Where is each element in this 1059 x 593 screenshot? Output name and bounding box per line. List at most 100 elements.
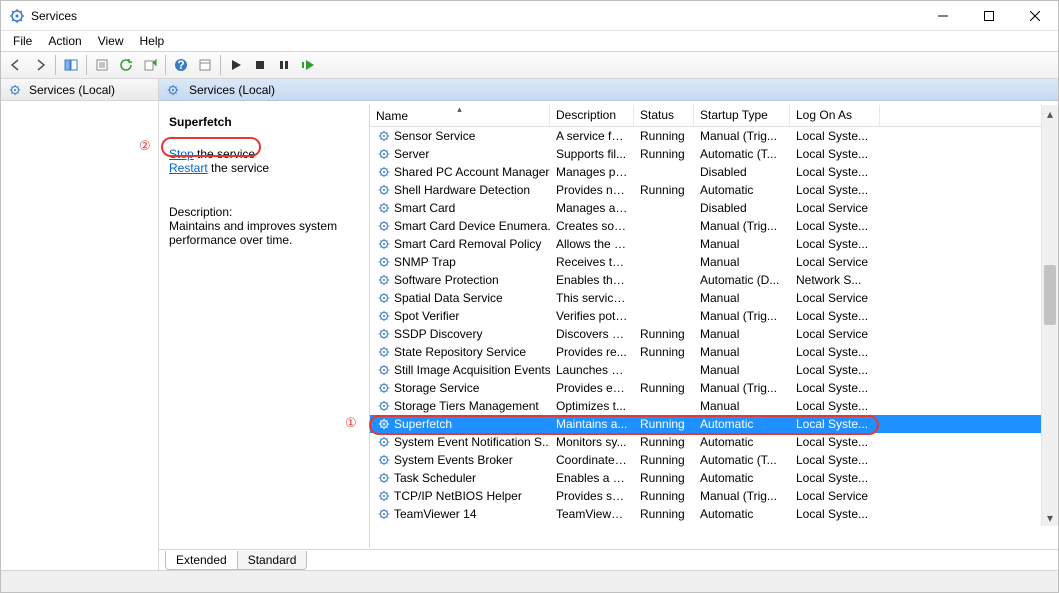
restart-service-link[interactable]: Restart bbox=[169, 161, 208, 175]
service-row[interactable]: Still Image Acquisition EventsLaunches a… bbox=[370, 361, 1058, 379]
stop-service-link[interactable]: Stop bbox=[169, 147, 194, 161]
service-row[interactable]: Task SchedulerEnables a us...RunningAuto… bbox=[370, 469, 1058, 487]
service-startup-type: Manual bbox=[694, 237, 790, 251]
gear-icon bbox=[376, 470, 392, 486]
restart-service-line: Restart the service bbox=[169, 161, 363, 175]
service-name: SNMP Trap bbox=[394, 255, 456, 269]
service-name: Server bbox=[394, 147, 429, 161]
service-row[interactable]: Storage Tiers ManagementOptimizes t...Ma… bbox=[370, 397, 1058, 415]
scroll-up-icon[interactable]: ▴ bbox=[1042, 105, 1058, 122]
restart-button[interactable] bbox=[297, 54, 319, 76]
gear-icon bbox=[376, 398, 392, 414]
right-panel: Services (Local) Superfetch Stop the ser… bbox=[158, 79, 1058, 570]
col-startup-type[interactable]: Startup Type bbox=[694, 105, 790, 126]
tab-standard[interactable]: Standard bbox=[237, 551, 308, 570]
window-buttons bbox=[920, 1, 1058, 31]
service-row[interactable]: System Event Notification S...Monitors s… bbox=[370, 433, 1058, 451]
col-log-on-as[interactable]: Log On As bbox=[790, 105, 880, 126]
service-row[interactable]: Storage ServiceProvides en...RunningManu… bbox=[370, 379, 1058, 397]
gear-icon bbox=[376, 344, 392, 360]
service-row[interactable]: Smart Card Removal PolicyAllows the s...… bbox=[370, 235, 1058, 253]
col-name[interactable]: Name▴ bbox=[370, 105, 550, 126]
stop-service-line: Stop the service bbox=[169, 147, 363, 161]
service-logon: Local Service bbox=[790, 255, 880, 269]
service-description: Provides no... bbox=[550, 183, 634, 197]
properties-button[interactable] bbox=[91, 54, 113, 76]
menu-file[interactable]: File bbox=[5, 32, 40, 50]
list-header: Name▴ Description Status Startup Type Lo… bbox=[370, 105, 1058, 127]
service-row[interactable]: State Repository ServiceProvides re...Ru… bbox=[370, 343, 1058, 361]
service-row[interactable]: System Events BrokerCoordinates...Runnin… bbox=[370, 451, 1058, 469]
pause-button[interactable] bbox=[273, 54, 295, 76]
refresh-button[interactable] bbox=[115, 54, 137, 76]
service-row[interactable]: Spot VerifierVerifies pote...Manual (Tri… bbox=[370, 307, 1058, 325]
service-status: Running bbox=[634, 435, 694, 449]
service-name: System Event Notification S... bbox=[394, 435, 550, 449]
help-button[interactable]: ? bbox=[170, 54, 192, 76]
service-row[interactable]: SuperfetchMaintains a...RunningAutomatic… bbox=[370, 415, 1058, 433]
service-row[interactable]: ServerSupports fil...RunningAutomatic (T… bbox=[370, 145, 1058, 163]
service-startup-type: Manual bbox=[694, 327, 790, 341]
export-button[interactable] bbox=[139, 54, 161, 76]
forward-button[interactable] bbox=[29, 54, 51, 76]
service-description: Discovers n... bbox=[550, 327, 634, 341]
gear-icon bbox=[376, 416, 392, 432]
tab-extended[interactable]: Extended bbox=[165, 551, 238, 570]
service-row[interactable]: Software ProtectionEnables the ...Automa… bbox=[370, 271, 1058, 289]
start-button[interactable] bbox=[225, 54, 247, 76]
tree-root[interactable]: Services (Local) bbox=[1, 79, 158, 101]
service-description: Allows the s... bbox=[550, 237, 634, 251]
service-description: TeamViewer... bbox=[550, 507, 634, 521]
scroll-thumb[interactable] bbox=[1044, 265, 1056, 325]
service-row[interactable]: Smart CardManages ac...DisabledLocal Ser… bbox=[370, 199, 1058, 217]
service-row[interactable]: TeamViewer 14TeamViewer...RunningAutomat… bbox=[370, 505, 1058, 523]
maximize-button[interactable] bbox=[966, 1, 1012, 31]
sort-asc-icon: ▴ bbox=[457, 104, 462, 115]
service-description: Optimizes t... bbox=[550, 399, 634, 413]
service-row[interactable]: SSDP DiscoveryDiscovers n...RunningManua… bbox=[370, 325, 1058, 343]
toolbar-separator bbox=[86, 55, 87, 75]
tree-root-label: Services (Local) bbox=[29, 83, 115, 97]
service-startup-type: Automatic bbox=[694, 417, 790, 431]
service-status: Running bbox=[634, 147, 694, 161]
service-row[interactable]: Shell Hardware DetectionProvides no...Ru… bbox=[370, 181, 1058, 199]
scroll-down-icon[interactable]: ▾ bbox=[1042, 509, 1058, 526]
col-description[interactable]: Description bbox=[550, 105, 634, 126]
gear-icon bbox=[376, 488, 392, 504]
toolbar-separator bbox=[220, 55, 221, 75]
service-description: Enables the ... bbox=[550, 273, 634, 287]
service-startup-type: Manual bbox=[694, 345, 790, 359]
service-name: Still Image Acquisition Events bbox=[394, 363, 550, 377]
menu-help[interactable]: Help bbox=[132, 32, 173, 50]
service-row[interactable]: Spatial Data ServiceThis service ...Manu… bbox=[370, 289, 1058, 307]
properties-sheet-button[interactable] bbox=[194, 54, 216, 76]
service-row[interactable]: Sensor ServiceA service fo...RunningManu… bbox=[370, 127, 1058, 145]
menu-view[interactable]: View bbox=[90, 32, 132, 50]
service-description: Verifies pote... bbox=[550, 309, 634, 323]
service-row[interactable]: TCP/IP NetBIOS HelperProvides su...Runni… bbox=[370, 487, 1058, 505]
service-status: Running bbox=[634, 327, 694, 341]
service-logon: Local Syste... bbox=[790, 453, 880, 467]
col-status[interactable]: Status bbox=[634, 105, 694, 126]
gear-icon bbox=[376, 164, 392, 180]
close-button[interactable] bbox=[1012, 1, 1058, 31]
panel-title: Services (Local) bbox=[189, 83, 275, 97]
show-hide-tree-button[interactable] bbox=[60, 54, 82, 76]
service-startup-type: Manual bbox=[694, 255, 790, 269]
gear-icon bbox=[376, 290, 392, 306]
service-name: Software Protection bbox=[394, 273, 499, 287]
minimize-button[interactable] bbox=[920, 1, 966, 31]
stop-button[interactable] bbox=[249, 54, 271, 76]
service-row[interactable]: SNMP TrapReceives tra...ManualLocal Serv… bbox=[370, 253, 1058, 271]
menu-action[interactable]: Action bbox=[40, 32, 89, 50]
body: Services (Local) Services (Local) Superf… bbox=[1, 79, 1058, 570]
gear-icon bbox=[376, 308, 392, 324]
service-name: Sensor Service bbox=[394, 129, 475, 143]
service-status: Running bbox=[634, 183, 694, 197]
gear-icon bbox=[7, 82, 23, 98]
vertical-scrollbar[interactable]: ▴ ▾ bbox=[1041, 105, 1058, 526]
service-row[interactable]: Smart Card Device Enumera...Creates soft… bbox=[370, 217, 1058, 235]
services-window: Services File Action View Help ? bbox=[0, 0, 1059, 593]
back-button[interactable] bbox=[5, 54, 27, 76]
service-row[interactable]: Shared PC Account ManagerManages pr...Di… bbox=[370, 163, 1058, 181]
